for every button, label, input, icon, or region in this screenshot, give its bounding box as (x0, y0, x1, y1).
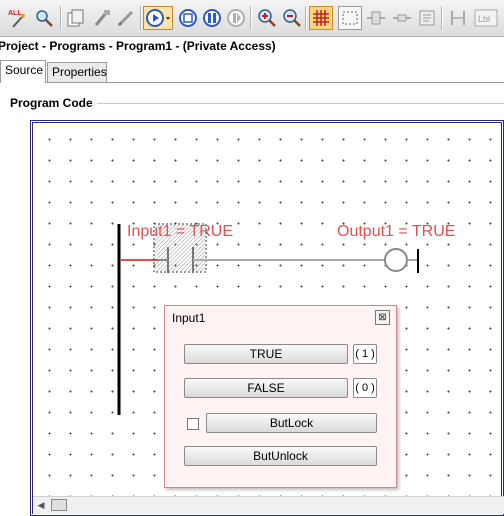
run-icon[interactable] (143, 6, 173, 30)
toolbar-separator (250, 6, 252, 30)
stop-icon[interactable] (176, 6, 200, 30)
wand-all-icon[interactable]: ALL (6, 6, 30, 30)
toolbar: ALL Lbl (0, 0, 504, 37)
tools-icon[interactable] (90, 6, 114, 30)
doc-icon[interactable] (415, 6, 439, 30)
scroll-thumb[interactable] (51, 499, 67, 511)
output-coil[interactable] (384, 248, 408, 272)
input-popup: Input1 ⊠ TRUE ( 1 ) FALSE ( 0 ) ButLock … (164, 305, 397, 488)
butlock-button[interactable]: ButLock (206, 413, 377, 433)
false-button[interactable]: FALSE (184, 378, 348, 398)
pause-icon[interactable] (200, 6, 224, 30)
select-rect-icon[interactable] (338, 6, 362, 30)
close-icon[interactable]: ⊠ (375, 310, 390, 325)
coil-icon[interactable] (390, 6, 414, 30)
coil-label: Output1 = TRUE (337, 223, 456, 240)
lbl-label: Lbl (478, 14, 490, 24)
all-label: ALL (8, 10, 22, 17)
popup-title: Input1 (172, 311, 206, 325)
pen-icon[interactable] (114, 6, 138, 30)
tab-source[interactable]: Source (0, 60, 46, 83)
step-icon[interactable] (224, 6, 248, 30)
true-value: ( 1 ) (353, 344, 377, 364)
true-button[interactable]: TRUE (184, 344, 348, 364)
toolbar-separator (140, 6, 142, 30)
group-divider (92, 103, 504, 104)
contact-icon[interactable] (364, 6, 388, 30)
window-title: Project - Programs - Program1 - (Private… (0, 39, 276, 53)
horizontal-scrollbar[interactable]: ◀ (33, 496, 504, 514)
grid-icon[interactable] (309, 6, 333, 30)
toolbar-separator (305, 6, 307, 30)
false-value: ( 0 ) (353, 378, 377, 398)
tab-bar: Source Properties (0, 60, 504, 83)
toolbar-separator (441, 6, 443, 30)
search-icon[interactable] (32, 6, 56, 30)
scroll-left-arrow-icon[interactable]: ◀ (35, 499, 47, 511)
zoom-in-icon[interactable] (254, 6, 278, 30)
toolbar-separator (60, 6, 62, 30)
butlock-checkbox[interactable] (187, 418, 199, 430)
group-label: Program Code (10, 96, 97, 110)
zoom-out-icon[interactable] (279, 6, 303, 30)
tab-properties[interactable]: Properties (47, 62, 107, 82)
contact-label: Input1 = TRUE (127, 223, 233, 240)
butunlock-button[interactable]: ButUnlock (184, 446, 377, 466)
label-icon[interactable]: Lbl (474, 6, 498, 30)
rung-icon[interactable] (446, 6, 470, 30)
copy-icon[interactable] (64, 6, 88, 30)
